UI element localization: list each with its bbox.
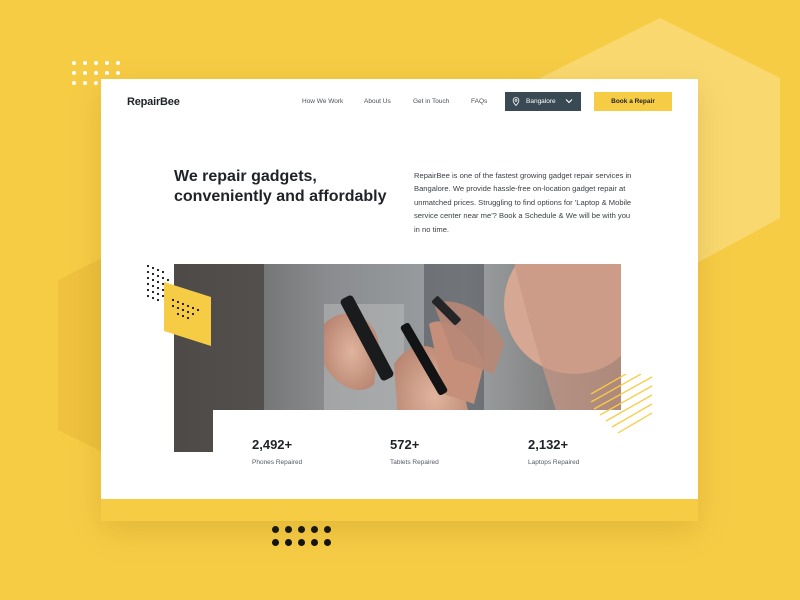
top-navigation: RepairBee How We Work About Us Get in To… (101, 79, 698, 123)
stat-tablets: 572+ Tablets Repaired (390, 437, 439, 466)
hero-description: RepairBee is one of the fastest growing … (414, 171, 632, 234)
location-label: Bangalore (526, 98, 556, 105)
brand-logo[interactable]: RepairBee (127, 96, 180, 108)
stat-label: Tablets Repaired (390, 459, 439, 466)
stat-phones: 2,492+ Phones Repaired (252, 437, 302, 466)
stat-label: Phones Repaired (252, 459, 303, 466)
landing-page-card: RepairBee How We Work About Us Get in To… (101, 79, 698, 521)
stat-laptops: 2,132+ Laptops Repaired (528, 437, 579, 466)
nav-link-get-in-touch[interactable]: Get in Touch (413, 98, 449, 105)
hero-headline: We repair gadgets, conveniently and affo… (174, 168, 387, 205)
decorative-diagonal-lines (590, 374, 653, 434)
stat-label: Laptops Repaired (528, 459, 580, 466)
card-footer-band (101, 499, 698, 521)
decorative-yellow-rhombus (146, 264, 211, 346)
nav-link-how-we-work[interactable]: How We Work (302, 98, 343, 105)
book-a-repair-button[interactable]: Book a Repair (594, 92, 672, 111)
nav-link-about-us[interactable]: About Us (364, 98, 391, 105)
location-selector[interactable]: Bangalore (505, 92, 581, 111)
stat-value: 572+ (390, 437, 420, 452)
chevron-down-icon (565, 99, 573, 104)
nav-link-faqs[interactable]: FAQs (471, 98, 487, 105)
stat-value: 2,492+ (252, 437, 293, 452)
stat-value: 2,132+ (528, 437, 569, 452)
map-pin-icon (512, 97, 520, 106)
